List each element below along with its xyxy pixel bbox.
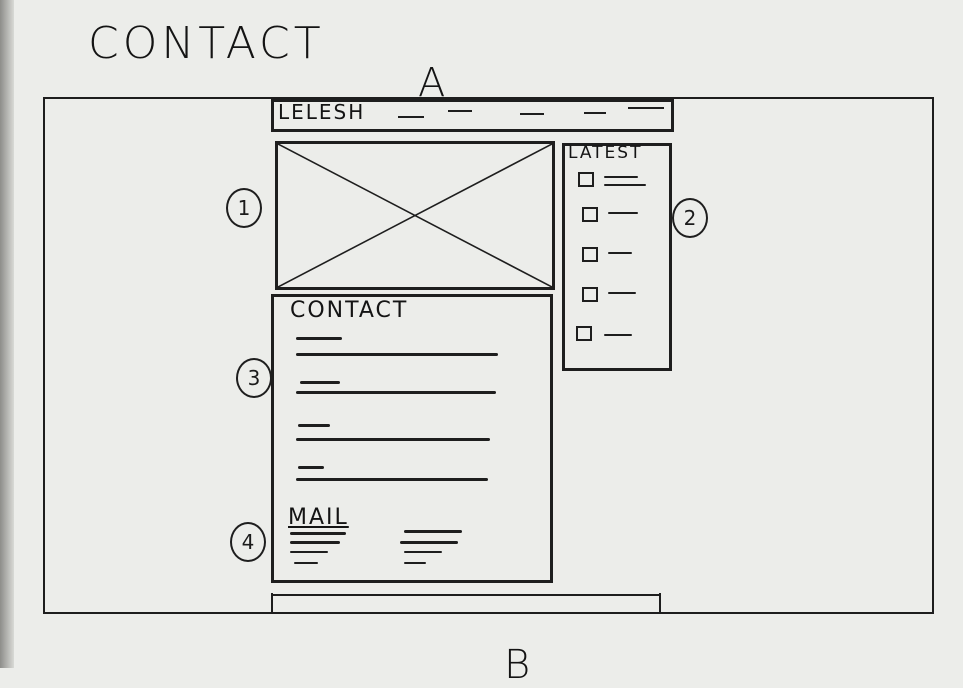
annotation-marker: 3: [236, 358, 272, 398]
field-label-line: [296, 337, 342, 340]
thumbnail-icon: [582, 207, 598, 222]
latest-item-line: [608, 252, 632, 254]
latest-item-line: [608, 212, 638, 214]
page-title: CONTACT: [88, 18, 325, 69]
field-input-line[interactable]: [296, 391, 496, 394]
field-label-line: [298, 424, 330, 427]
mail-line: [404, 530, 462, 533]
header-nav-item[interactable]: [520, 113, 544, 115]
footer-bar: [271, 592, 661, 614]
field-input-line[interactable]: [296, 478, 488, 481]
footer-outline: [271, 593, 661, 614]
latest-item-line: [604, 334, 632, 336]
mail-line: [404, 562, 426, 564]
header-nav-item[interactable]: [584, 112, 606, 114]
header-nav-item[interactable]: [398, 116, 424, 118]
mail-line: [290, 532, 346, 535]
field-label-line: [298, 466, 324, 469]
contact-title: CONTACT: [290, 298, 409, 323]
latest-item-line: [604, 184, 646, 186]
latest-item-line: [608, 292, 636, 294]
annotation-marker: 4: [230, 522, 266, 562]
latest-title: LATEST: [568, 143, 643, 163]
thumbnail-icon: [576, 326, 592, 341]
mail-line: [404, 551, 442, 553]
annotation-marker: 2: [672, 198, 708, 238]
field-input-line[interactable]: [296, 438, 490, 441]
field-label-line: [300, 381, 340, 384]
mail-line: [290, 551, 328, 553]
paper-edge: [0, 0, 14, 668]
thumbnail-icon: [582, 247, 598, 262]
mail-line: [294, 562, 318, 564]
latest-item-line: [604, 176, 638, 178]
mail-line: [400, 541, 458, 544]
thumbnail-icon: [578, 172, 594, 187]
mail-title: MAIL: [288, 505, 349, 530]
image-placeholder-icon: [278, 144, 552, 287]
label-b: B: [504, 642, 533, 688]
header-title: LELESH: [278, 100, 366, 124]
header-nav-item[interactable]: [448, 110, 472, 112]
field-input-line[interactable]: [296, 353, 498, 356]
hero-image-placeholder: [275, 141, 555, 290]
annotation-marker: 1: [226, 188, 262, 228]
thumbnail-icon: [582, 287, 598, 302]
header-nav-item[interactable]: [628, 107, 664, 109]
mail-line: [290, 541, 340, 544]
